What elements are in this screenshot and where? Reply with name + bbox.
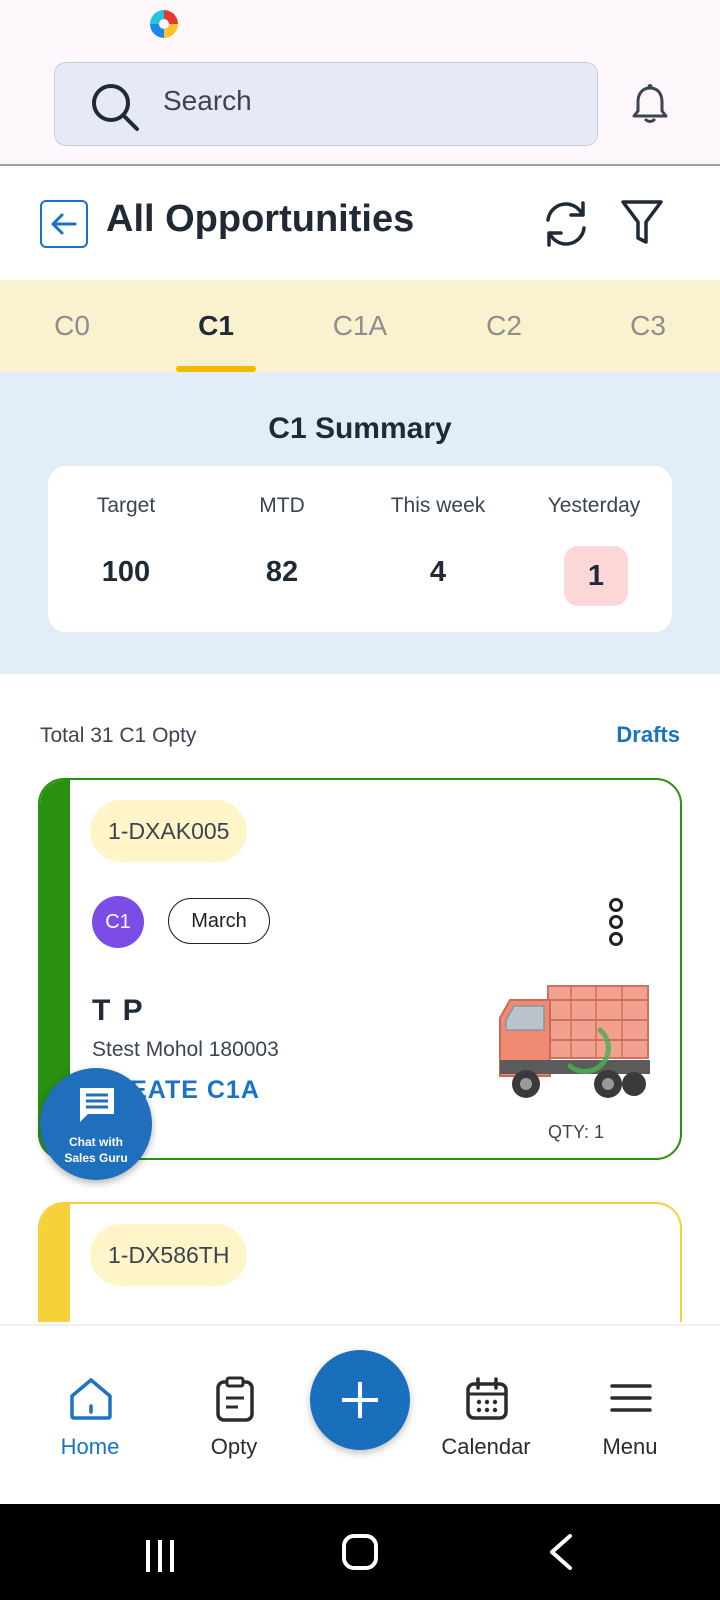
stat-label: Target (96, 494, 156, 517)
nav-home[interactable]: Home (30, 1326, 150, 1506)
tab-c3[interactable]: C3 (600, 280, 696, 372)
refresh-icon[interactable] (540, 198, 592, 250)
search-placeholder: Search (163, 85, 252, 116)
clipboard-icon (216, 1376, 254, 1422)
arrow-left-icon (51, 213, 77, 235)
stat-label: Yesterday (547, 494, 641, 517)
customer-location: Stest Mohol 180003 (92, 1038, 279, 1061)
tab-c1a[interactable]: C1A (312, 280, 408, 372)
summary-section: C1 Summary Target 100 MTD 82 This week 4… (0, 372, 720, 674)
total-count: Total 31 C1 Opty (40, 724, 197, 747)
chat-label-line: Chat with (69, 1135, 123, 1149)
add-opportunity-button[interactable] (310, 1350, 410, 1450)
system-back-icon[interactable] (548, 1534, 574, 1570)
chat-label: Chat with Sales Guru (40, 1134, 152, 1166)
month-chip: March (168, 898, 270, 944)
recent-apps-icon[interactable] (142, 1538, 178, 1574)
status-bar (0, 0, 720, 50)
opty-id-chip: 1-DXAK005 (90, 800, 248, 862)
summary-card: Target 100 MTD 82 This week 4 Yesterday … (48, 466, 672, 632)
stat-value: 4 (429, 556, 447, 588)
summary-title: C1 Summary (268, 412, 452, 445)
stage-badge: C1 (92, 896, 144, 948)
chat-with-sales-guru-button[interactable]: Chat with Sales Guru (40, 1068, 152, 1180)
more-options-icon[interactable] (606, 898, 626, 946)
bottom-nav: Home Opty Calendar Menu (0, 1324, 720, 1504)
list-header: Total 31 C1 Opty Drafts (40, 722, 680, 752)
nav-label: Calendar (441, 1434, 531, 1459)
nav-label: Opty (210, 1434, 258, 1459)
bell-icon[interactable] (632, 84, 668, 124)
nav-calendar[interactable]: Calendar (426, 1326, 546, 1506)
page-header: All Opportunities (0, 168, 720, 280)
plus-icon (358, 1382, 362, 1418)
back-button[interactable] (40, 200, 88, 248)
tab-c1[interactable]: C1 (168, 280, 264, 372)
stat-value: 1 (564, 546, 628, 606)
truck-image (499, 985, 650, 1098)
quantity-label: QTY: 1 (548, 1122, 605, 1142)
nav-opty[interactable]: Opty (174, 1326, 294, 1506)
stat-value: 82 (265, 556, 299, 588)
card-status-stripe (40, 1204, 70, 1322)
stat-label: This week (390, 494, 486, 517)
hamburger-menu-icon (610, 1384, 652, 1412)
stat-label: MTD (259, 494, 305, 517)
app-logo-icon (150, 10, 178, 38)
nav-label: Menu (602, 1434, 658, 1459)
nav-label: Home (60, 1434, 120, 1459)
opportunity-card[interactable]: 1-DX586TH (38, 1202, 682, 1322)
tab-c0[interactable]: C0 (24, 280, 120, 372)
search-area: Search (0, 50, 720, 166)
chat-icon (80, 1088, 114, 1122)
chat-label-line: Sales Guru (64, 1151, 128, 1165)
nav-menu[interactable]: Menu (570, 1326, 690, 1506)
search-input[interactable]: Search (54, 62, 598, 146)
opty-id-chip: 1-DX586TH (90, 1224, 248, 1286)
search-icon (92, 84, 139, 131)
tab-c2[interactable]: C2 (456, 280, 552, 372)
system-home-icon[interactable] (342, 1534, 378, 1570)
stat-value: 100 (101, 556, 151, 588)
calendar-icon (466, 1377, 508, 1420)
system-navigation-bar (0, 1504, 720, 1600)
stage-tabs: C0 C1 C1A C2 C3 (0, 280, 720, 372)
drafts-link[interactable]: Drafts (616, 722, 680, 748)
page-title: All Opportunities (106, 198, 415, 240)
home-icon (70, 1378, 112, 1420)
filter-icon[interactable] (620, 198, 664, 248)
customer-name: T P (92, 994, 145, 1027)
